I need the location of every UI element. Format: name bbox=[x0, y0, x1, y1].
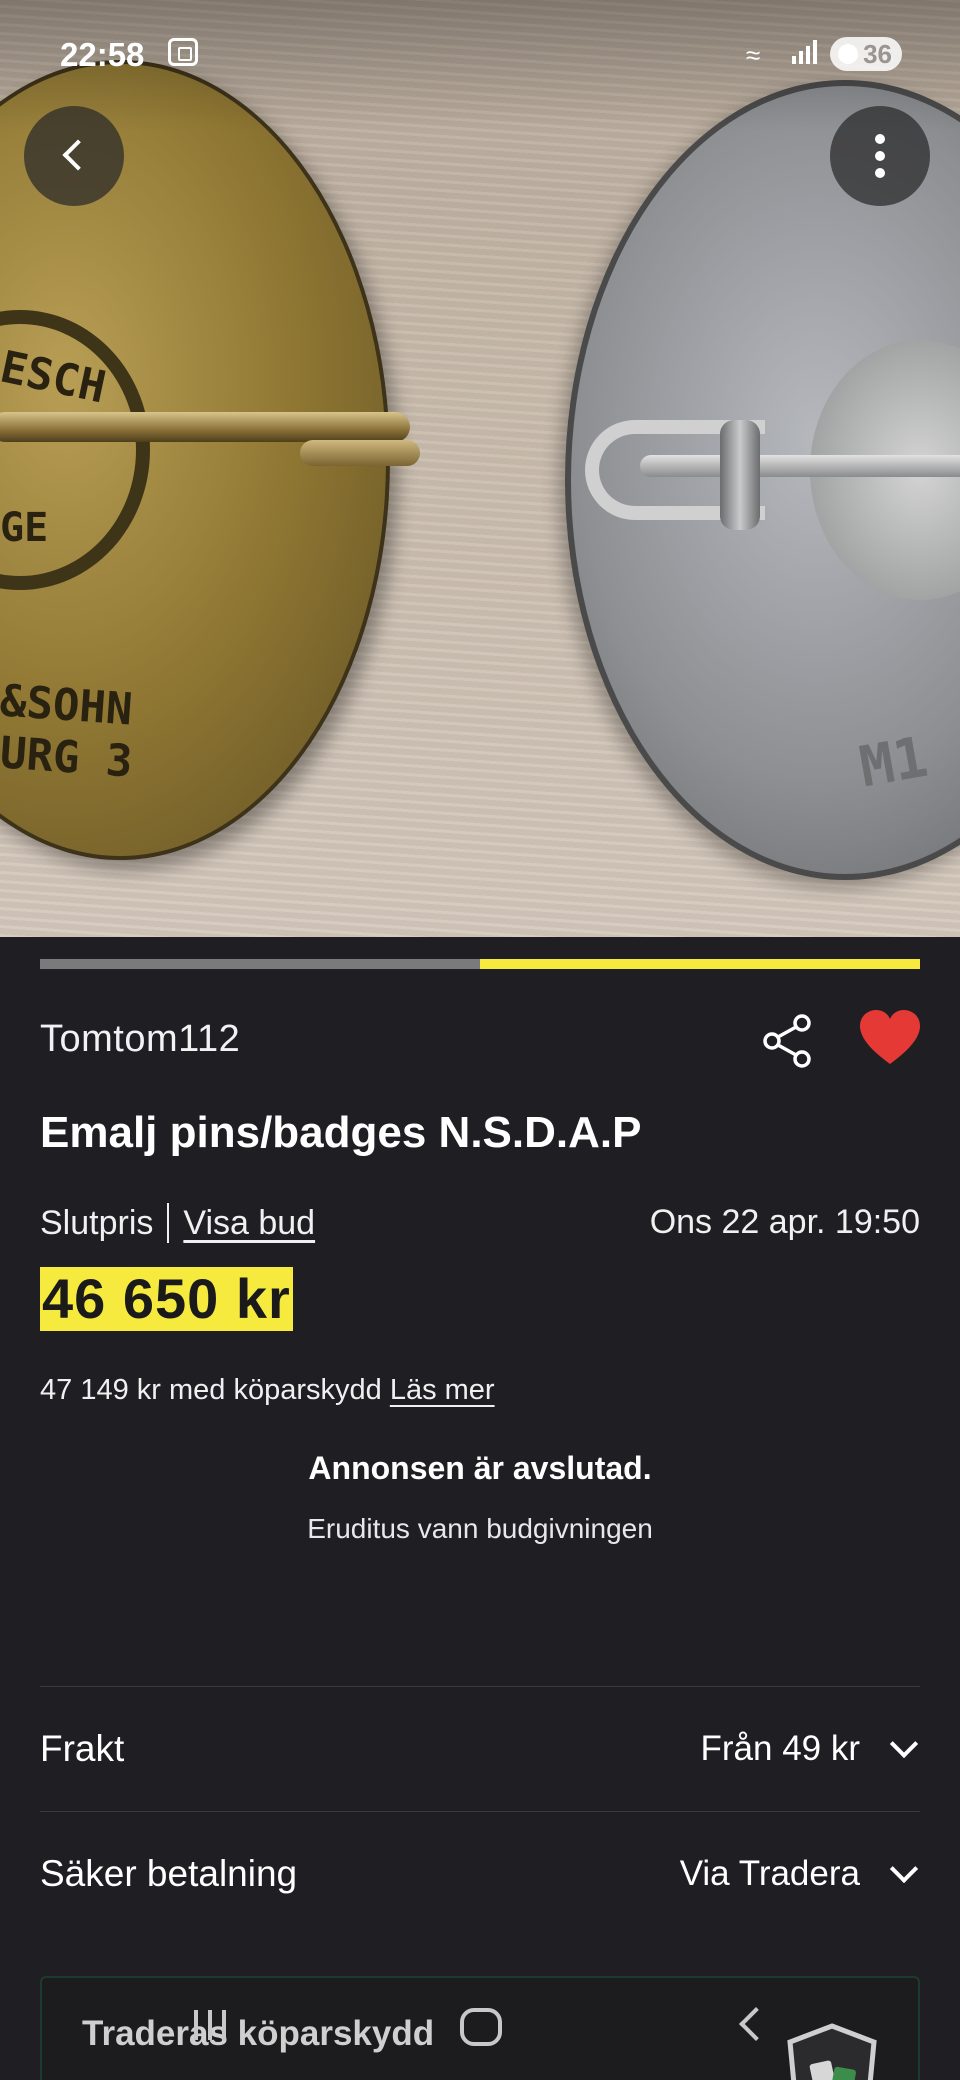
screen-record-icon bbox=[168, 38, 198, 66]
shipping-row[interactable]: Frakt Från 49 kr bbox=[40, 1687, 920, 1811]
payment-row[interactable]: Säker betalning Via Tradera bbox=[40, 1812, 920, 1936]
badge-left-stamp-2: GE bbox=[0, 505, 49, 551]
system-navigation-bar bbox=[0, 1968, 960, 2080]
payment-value-wrap: Via Tradera bbox=[680, 1854, 920, 1894]
final-price-label: Slutpris bbox=[40, 1203, 154, 1242]
payment-value: Via Tradera bbox=[679, 1854, 860, 1893]
badge-left-pin bbox=[0, 412, 410, 442]
wifi-icon: ≈ bbox=[746, 40, 761, 70]
shipping-value-wrap: Från 49 kr bbox=[701, 1729, 921, 1769]
battery-level: 36 bbox=[863, 38, 892, 69]
share-icon[interactable] bbox=[760, 1013, 816, 1069]
final-price: 46 650 kr bbox=[40, 1267, 293, 1331]
more-vertical-icon[interactable] bbox=[830, 106, 930, 206]
heart-icon[interactable] bbox=[858, 1008, 922, 1068]
gallery-progress-seen bbox=[40, 959, 480, 969]
gallery-progress bbox=[40, 959, 920, 969]
badge-right-disc bbox=[810, 340, 960, 600]
seller-name[interactable]: Tomtom112 bbox=[40, 1018, 240, 1061]
system-back-icon[interactable] bbox=[739, 2007, 773, 2041]
badge-left-stamp-4: URG 3 bbox=[0, 727, 135, 788]
recent-apps-icon[interactable] bbox=[194, 2010, 226, 2040]
buyer-protection-price: 47 149 kr med köparskydd Läs mer bbox=[40, 1374, 495, 1407]
battery-saver-icon bbox=[838, 44, 858, 64]
status-time: 22:58 bbox=[60, 36, 145, 73]
signal-icon bbox=[792, 40, 817, 64]
separator bbox=[167, 1203, 170, 1243]
listing-closed-title: Annonsen är avslutad. bbox=[308, 1450, 652, 1486]
listing-photo[interactable]: ESCH GE &SOHN URG 3 M1 bbox=[0, 0, 960, 937]
badge-left-pin-loop bbox=[300, 440, 420, 466]
show-bids-link[interactable]: Visa bud bbox=[183, 1204, 315, 1243]
badge-right-clip bbox=[720, 420, 760, 530]
badge-right-stamp: M1 bbox=[854, 724, 933, 801]
battery-indicator: 36 bbox=[830, 37, 902, 71]
badge-left-ring bbox=[0, 310, 150, 590]
listing-winner-text: Eruditus vann budgivningen bbox=[307, 1513, 653, 1544]
back-arrow-icon[interactable] bbox=[24, 106, 124, 206]
shipping-value: Från 49 kr bbox=[700, 1729, 861, 1768]
chevron-down-icon bbox=[889, 1729, 919, 1759]
price-label-row: Slutpris Visa bud bbox=[40, 1203, 315, 1243]
read-more-link[interactable]: Läs mer bbox=[390, 1374, 495, 1406]
status-bar: 22:58 ≈ 36 bbox=[0, 0, 960, 110]
buyer-protection-amount: 47 149 kr med köparskydd bbox=[40, 1374, 382, 1406]
payment-label: Säker betalning bbox=[40, 1853, 298, 1894]
chevron-down-icon bbox=[889, 1854, 919, 1884]
badge-left-stamp-3: &SOHN bbox=[0, 675, 135, 736]
end-date: Ons 22 apr. 19:50 bbox=[649, 1203, 920, 1241]
home-icon[interactable] bbox=[460, 2008, 502, 2046]
gallery-progress-current bbox=[480, 959, 920, 969]
shipping-label: Frakt bbox=[40, 1728, 125, 1769]
badge-left-stamp-1: ESCH bbox=[0, 341, 111, 414]
badge-right-loop bbox=[585, 420, 765, 520]
listing-title: Emalj pins/badges N.S.D.A.P bbox=[40, 1108, 642, 1157]
badge-right-pin bbox=[640, 455, 960, 477]
